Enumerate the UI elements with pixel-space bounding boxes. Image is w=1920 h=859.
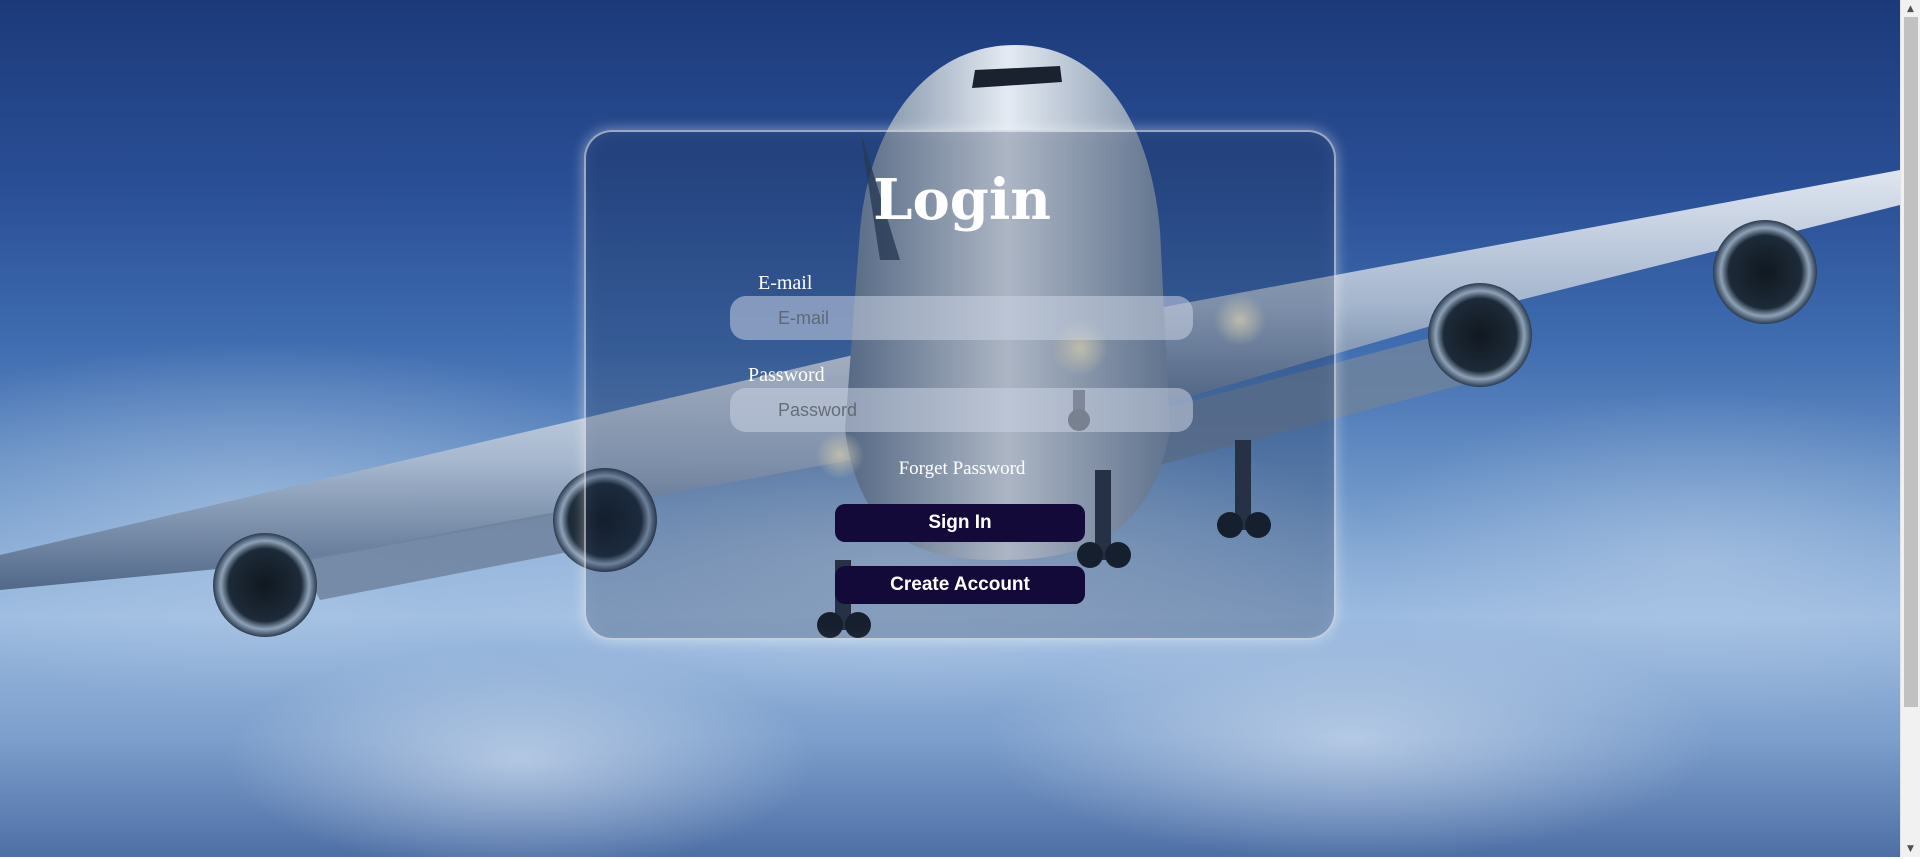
scroll-down-arrow-icon[interactable]: ▼ (1901, 840, 1920, 857)
email-field[interactable] (730, 296, 1193, 340)
password-field[interactable] (730, 388, 1193, 432)
forget-password-link[interactable]: Forget Password (586, 458, 1338, 480)
login-title: Login (873, 167, 1051, 233)
password-label: Password (748, 364, 825, 386)
email-label: E-mail (758, 272, 813, 294)
scroll-up-arrow-icon[interactable]: ▲ (1901, 0, 1920, 17)
create-account-button[interactable]: Create Account (835, 566, 1085, 604)
vertical-scrollbar[interactable]: ▲ ▼ (1900, 0, 1920, 857)
scrollbar-thumb[interactable] (1904, 17, 1918, 707)
sign-in-button[interactable]: Sign In (835, 504, 1085, 542)
login-card: Login E-mail Password Forget Password Si… (584, 130, 1336, 640)
page-viewport: Login E-mail Password Forget Password Si… (0, 0, 1900, 857)
